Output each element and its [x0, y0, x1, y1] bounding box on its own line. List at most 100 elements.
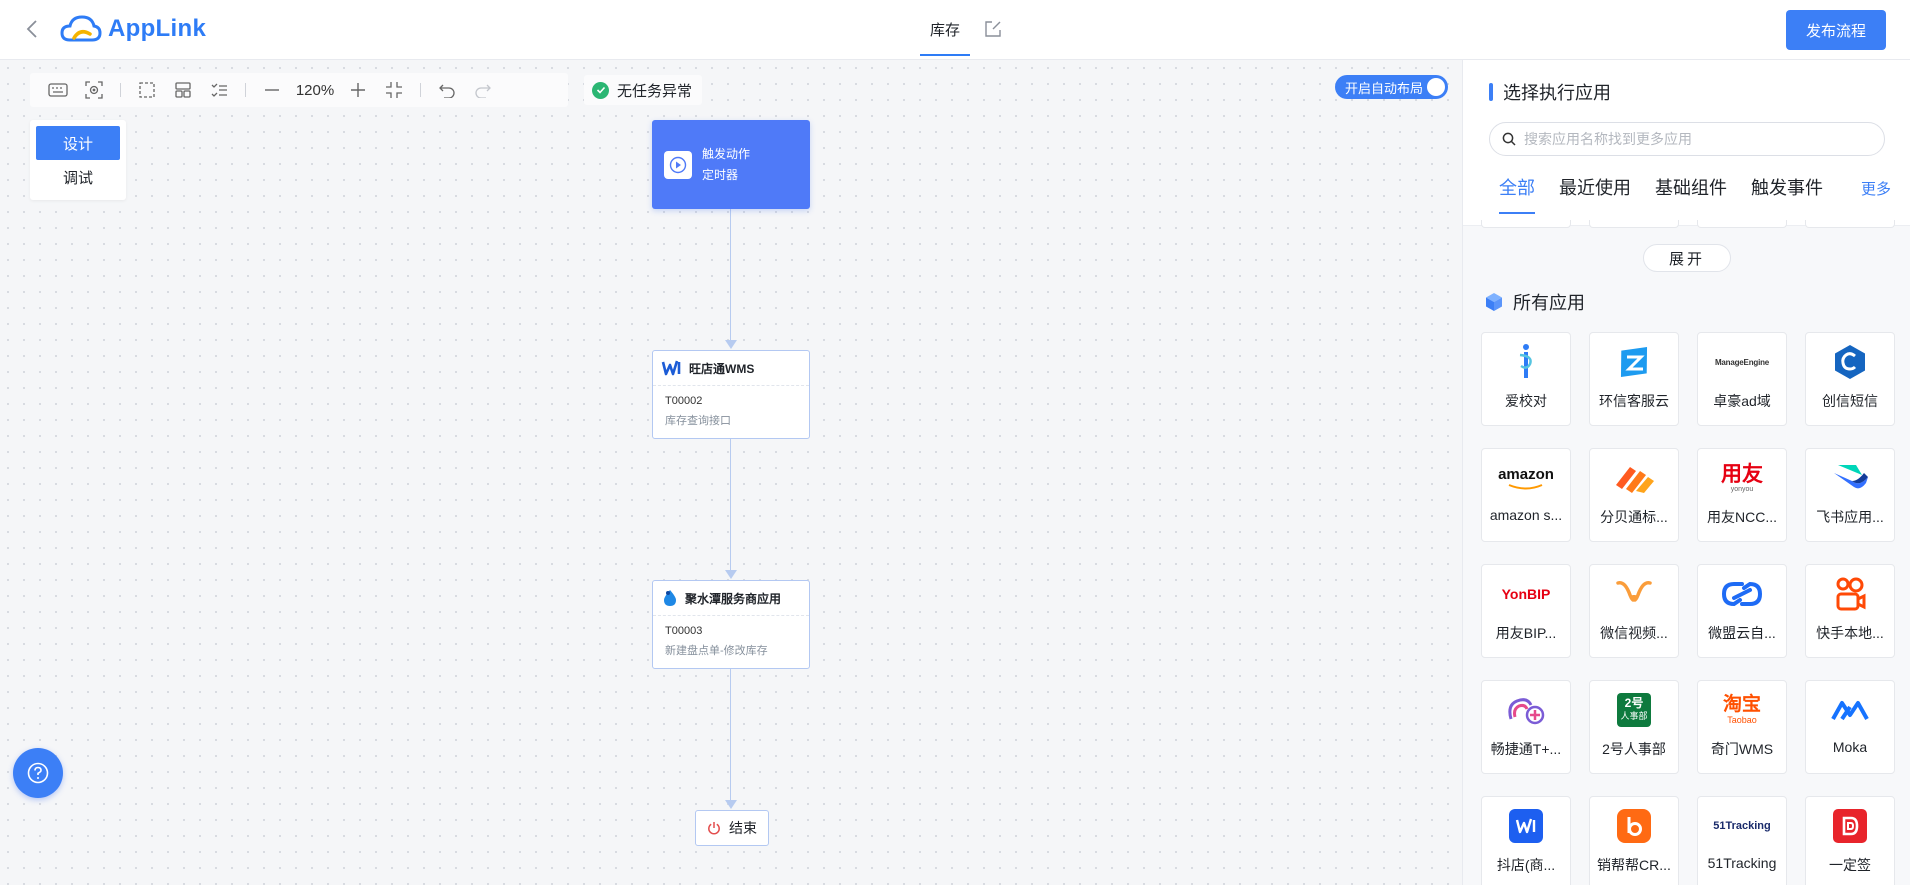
screenshot-button[interactable]: [76, 76, 112, 104]
app-name: 51Tracking: [1707, 855, 1777, 871]
app-name: 微盟云自...: [1708, 625, 1776, 641]
help-button[interactable]: [13, 748, 63, 798]
app-name: 抖店(商...: [1496, 857, 1556, 873]
amazon-logo-icon: amazon: [1498, 465, 1554, 483]
app-card[interactable]: 爱校对: [1481, 332, 1571, 426]
play-timer-icon: [664, 150, 692, 179]
weimeng-logo-icon: [1721, 581, 1763, 607]
kuaishou-logo-icon: [1836, 577, 1866, 611]
app-card[interactable]: 环信客服云: [1589, 332, 1679, 426]
list-layout-button[interactable]: [201, 76, 237, 104]
back-button[interactable]: [20, 15, 44, 43]
app-card[interactable]: Moka: [1805, 680, 1895, 774]
tab-basic-components[interactable]: 基础组件: [1655, 174, 1727, 214]
category-tabs: 全部 最近使用 基础组件 触发事件: [1499, 174, 1847, 214]
zoom-in-button[interactable]: [340, 76, 376, 104]
app-selector-panel: 选择执行应用 全部 最近使用 基础组件 触发事件 更多 展开 所有应用: [1462, 60, 1910, 885]
end-node[interactable]: 结束: [695, 810, 769, 846]
group-button[interactable]: [165, 76, 201, 104]
flow-node-jushuitan[interactable]: 聚水潭服务商应用 T00003 新建盘点单-修改库存: [652, 580, 810, 669]
yonyou-logo-icon: 用友: [1721, 462, 1763, 486]
zoom-out-button[interactable]: [254, 76, 290, 104]
node-code: T00003: [665, 625, 703, 637]
app-name: 用友NCC...: [1707, 509, 1777, 525]
flow-canvas[interactable]: 120% 无任务异常 开启自动布局 设计 调试 触发动作 定时器 旺店通WMS …: [0, 60, 1462, 885]
fenbeitong-logo-icon: [1616, 467, 1654, 493]
toolbar-divider: [120, 83, 121, 97]
debug-mode-button[interactable]: 调试: [36, 160, 120, 194]
toolbar-divider: [420, 83, 421, 97]
flow-node-wms[interactable]: 旺店通WMS T00002 库存查询接口: [652, 350, 810, 439]
app-name: 销帮帮CR...: [1597, 857, 1671, 873]
app-card[interactable]: 微盟云自...: [1697, 564, 1787, 658]
tab-recent[interactable]: 最近使用: [1559, 174, 1631, 214]
node-code: T00002: [665, 395, 703, 407]
xiaobangbang-logo-icon: [1617, 809, 1651, 843]
fit-view-button[interactable]: [376, 76, 412, 104]
scrolled-cards-edge: [1481, 220, 1910, 228]
flow-connector: [730, 209, 731, 340]
toolbar-divider: [245, 83, 246, 97]
cloud-logo-icon: [60, 15, 102, 42]
card-edge: [1589, 220, 1679, 228]
app-card[interactable]: 创信短信: [1805, 332, 1895, 426]
section-all-apps: 所有应用: [1483, 289, 1585, 315]
wechat-channels-logo-icon: [1616, 581, 1652, 602]
yonyou-logo-sub: yonyou: [1730, 485, 1754, 493]
arrow-down-icon: [725, 800, 737, 809]
auto-layout-toggle[interactable]: 开启自动布局: [1335, 75, 1448, 99]
app-search[interactable]: [1489, 122, 1885, 156]
trigger-type: 触发动作: [702, 146, 751, 161]
app-card[interactable]: ManageEngine 卓豪ad域: [1697, 332, 1787, 426]
search-input[interactable]: [1524, 131, 1854, 147]
more-tabs-link[interactable]: 更多: [1861, 178, 1891, 199]
app-card[interactable]: amazon amazon s...: [1481, 448, 1571, 542]
app-name: 微信视频...: [1600, 625, 1668, 641]
node-action: 库存查询接口: [665, 415, 731, 427]
card-edge: [1805, 220, 1895, 228]
app-card[interactable]: 2号 人事部 2号人事部: [1589, 680, 1679, 774]
app-card[interactable]: 用友 yonyou 用友NCC...: [1697, 448, 1787, 542]
app-name: 创信短信: [1822, 393, 1878, 409]
app-name: 飞书应用...: [1816, 509, 1884, 525]
app-card[interactable]: YonBIP 用友BIP...: [1481, 564, 1571, 658]
undo-button[interactable]: [429, 76, 465, 104]
section-title-text: 所有应用: [1513, 293, 1585, 313]
tab-all[interactable]: 全部: [1499, 174, 1535, 214]
applink-logo: AppLink: [60, 14, 206, 44]
app-card[interactable]: 微信视频...: [1589, 564, 1679, 658]
flow-connector: [730, 669, 731, 800]
amazon-smile-icon: [1508, 483, 1543, 489]
tab-trigger-events[interactable]: 触发事件: [1751, 174, 1823, 214]
design-mode-button[interactable]: 设计: [36, 126, 120, 160]
minus-icon: [265, 89, 279, 91]
wangdiantong-logo-icon: [661, 360, 681, 376]
feishu-logo-icon: [1834, 465, 1868, 489]
flow-connector: [730, 439, 731, 570]
app-grid: 爱校对 环信客服云 ManageEngine 卓豪ad域 创信短信 amazon…: [1481, 332, 1907, 885]
publish-flow-button[interactable]: 发布流程: [1786, 10, 1886, 50]
trigger-node[interactable]: 触发动作 定时器: [652, 120, 810, 209]
expand-button[interactable]: 展开: [1643, 244, 1731, 272]
app-card[interactable]: 淘宝 Taobao 奇门WMS: [1697, 680, 1787, 774]
app-name: 用友BIP...: [1495, 625, 1557, 641]
task-status: 无任务异常: [584, 75, 703, 105]
app-card[interactable]: 畅捷通T+...: [1481, 680, 1571, 774]
keyboard-shortcuts-button[interactable]: [40, 76, 76, 104]
app-card[interactable]: 分贝通标...: [1589, 448, 1679, 542]
edit-title-button[interactable]: [984, 20, 1002, 38]
tab-flow-title[interactable]: 库存: [920, 0, 971, 58]
app-card[interactable]: 快手本地...: [1805, 564, 1895, 658]
app-card[interactable]: 一定签: [1805, 796, 1895, 885]
app-card[interactable]: 抖店(商...: [1481, 796, 1571, 885]
taobao-logo-sub: Taobao: [1727, 715, 1757, 725]
app-card[interactable]: 飞书应用...: [1805, 448, 1895, 542]
redo-button[interactable]: [465, 76, 501, 104]
zoom-level: 120%: [295, 81, 335, 99]
box-select-button[interactable]: [129, 76, 165, 104]
app-name: Moka: [1832, 739, 1868, 755]
keyboard-icon: [48, 83, 68, 97]
app-card[interactable]: 51Tracking 51Tracking: [1697, 796, 1787, 885]
app-name: 快手本地...: [1816, 625, 1884, 641]
app-card[interactable]: 销帮帮CR...: [1589, 796, 1679, 885]
